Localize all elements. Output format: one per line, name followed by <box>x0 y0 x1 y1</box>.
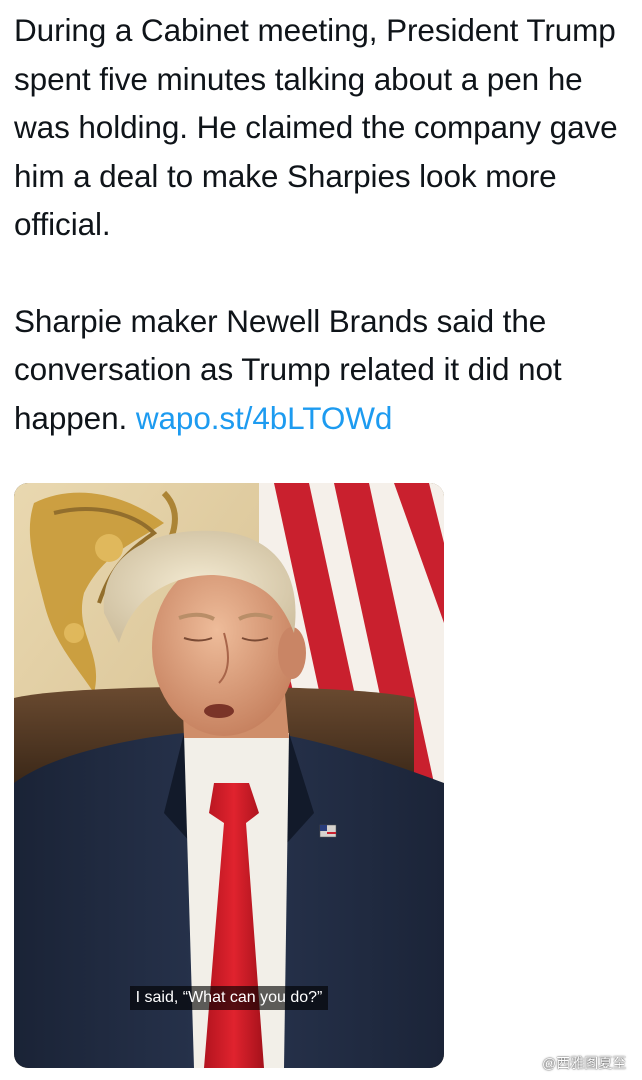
tweet-paragraph-1: During a Cabinet meeting, President Trum… <box>14 12 618 242</box>
video-frame <box>14 483 444 1068</box>
tweet-link[interactable]: wapo.st/4bLTOWd <box>136 400 393 436</box>
weibo-logo-icon <box>520 1056 537 1071</box>
video-caption: I said, “What can you do?” <box>14 986 444 1010</box>
tweet-text: During a Cabinet meeting, President Trum… <box>14 6 634 442</box>
video-caption-text: I said, “What can you do?” <box>129 986 329 1010</box>
video-player[interactable]: I said, “What can you do?” <box>14 483 444 1068</box>
watermark: @西雅图夏至 <box>520 1051 626 1075</box>
watermark-text: @西雅图夏至 <box>542 1055 627 1071</box>
tweet-paragraph-2: Sharpie maker Newell Brands said the con… <box>14 297 634 443</box>
